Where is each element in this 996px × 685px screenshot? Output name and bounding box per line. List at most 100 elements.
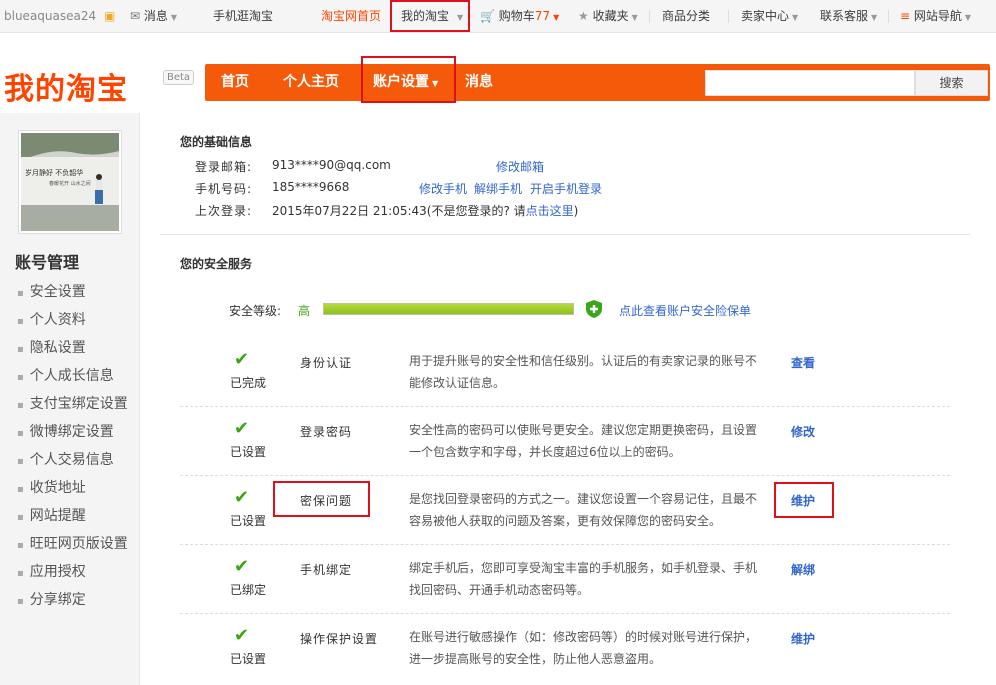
divider bbox=[728, 10, 729, 23]
mobile-taobao-link[interactable]: 手机逛淘宝 bbox=[213, 0, 273, 33]
service-name: 手机绑定 bbox=[300, 563, 353, 577]
last-login-value: 2015年07月22日 21:05:43(不是您登录的? 请点击这里) bbox=[272, 202, 578, 219]
sidebar: 岁月静好 不负韶华 春暖花开 山水之间 账号管理 ▪ 安全设置 ▪ 个人资料 ▪ 隐私… bbox=[0, 113, 140, 685]
sidebar-item-label: 收货地址 bbox=[29, 480, 86, 496]
service-name: 登录密码 bbox=[300, 425, 353, 439]
nav-home[interactable]: 首页 bbox=[221, 64, 249, 101]
shield-icon bbox=[586, 300, 602, 318]
nav-profile[interactable]: 个人主页 bbox=[283, 64, 339, 101]
check-icon: ✔ bbox=[234, 625, 250, 646]
click-here-link[interactable]: 点击这里 bbox=[526, 204, 574, 218]
beta-badge: Beta bbox=[163, 70, 195, 85]
vip-badge-icon: ▣ bbox=[104, 9, 116, 23]
bullet-icon: ▪ bbox=[17, 596, 24, 607]
service-name: 操作保护设置 bbox=[300, 632, 379, 646]
categories-link[interactable]: 商品分类 bbox=[662, 0, 710, 33]
security-level-bar bbox=[323, 303, 574, 315]
star-icon: ★ bbox=[578, 9, 589, 23]
unbind-link[interactable]: 解绑 bbox=[791, 561, 815, 578]
service-description: 安全性高的密码可以使账号更安全。建议您定期更换密码，且设置一个包含数字和字母，并… bbox=[409, 423, 758, 459]
bullet-icon: ▪ bbox=[17, 288, 24, 299]
favorites-menu[interactable]: ★ 收藏夹 ▼ bbox=[578, 0, 638, 33]
row-divider bbox=[180, 613, 950, 614]
service-description: 绑定手机后，您即可享受淘宝丰富的手机服务，如手机登录、手机找回密码、开通手机动态… bbox=[409, 561, 758, 597]
sidebar-item-label: 分享绑定 bbox=[29, 592, 86, 608]
change-phone-link[interactable]: 修改手机 bbox=[419, 180, 467, 197]
sidebar-item-trade-info[interactable]: ▪ 个人交易信息 bbox=[17, 449, 114, 469]
view-link[interactable]: 查看 bbox=[791, 354, 815, 371]
highlight-box bbox=[361, 56, 456, 103]
sidebar-item-profile[interactable]: ▪ 个人资料 bbox=[17, 309, 86, 329]
seller-center-menu[interactable]: 卖家中心 ▼ bbox=[741, 0, 798, 33]
search-button[interactable]: 搜索 bbox=[915, 70, 988, 96]
sidebar-item-weibo[interactable]: ▪ 微博绑定设置 bbox=[17, 421, 114, 441]
avatar[interactable]: 岁月静好 不负韶华 春暖花开 山水之间 bbox=[18, 130, 122, 234]
support-menu[interactable]: 联系客服 ▼ bbox=[820, 0, 877, 33]
check-icon: ✔ bbox=[234, 349, 250, 370]
service-status: 已设置 bbox=[230, 514, 267, 528]
taobao-home-link[interactable]: 淘宝网首页 bbox=[321, 0, 381, 33]
cart-link[interactable]: 🛒 购物车77 ▼ bbox=[480, 0, 559, 33]
insurance-link[interactable]: 点此查看账户安全险保单 bbox=[619, 302, 751, 319]
bullet-icon: ▪ bbox=[17, 400, 24, 411]
sidebar-item-growth[interactable]: ▪ 个人成长信息 bbox=[17, 365, 114, 385]
sidebar-item-label: 个人资料 bbox=[29, 312, 86, 328]
sidebar-item-address[interactable]: ▪ 收货地址 bbox=[17, 477, 86, 497]
chevron-down-icon: ▼ bbox=[170, 13, 178, 22]
check-icon: ✔ bbox=[234, 418, 250, 439]
sidebar-item-label: 个人交易信息 bbox=[29, 452, 114, 468]
check-icon: ✔ bbox=[234, 487, 250, 508]
sidebar-item-app-auth[interactable]: ▪ 应用授权 bbox=[17, 561, 86, 581]
last-login-text: 2015年07月22日 21:05:43(不是您登录的? 请 bbox=[272, 204, 526, 218]
change-email-link[interactable]: 修改邮箱 bbox=[496, 158, 544, 175]
nav-messages[interactable]: 消息 bbox=[465, 64, 493, 101]
highlight-box bbox=[774, 482, 834, 518]
svg-text:春暖花开 山水之间: 春暖花开 山水之间 bbox=[49, 180, 91, 187]
site-nav-menu[interactable]: ≡ 网站导航 ▼ bbox=[900, 0, 971, 33]
sidebar-item-security[interactable]: ▪ 安全设置 bbox=[17, 281, 86, 301]
service-name: 身份认证 bbox=[300, 356, 353, 370]
chevron-down-icon: ▼ bbox=[964, 13, 972, 22]
cart-icon: 🛒 bbox=[480, 9, 495, 23]
security-title: 您的安全服务 bbox=[180, 257, 253, 271]
enable-phone-login-link[interactable]: 开启手机登录 bbox=[530, 180, 602, 197]
sidebar-item-alipay[interactable]: ▪ 支付宝绑定设置 bbox=[17, 393, 128, 413]
sidebar-item-wangwang[interactable]: ▪ 旺旺网页版设置 bbox=[17, 533, 128, 553]
sidebar-item-label: 个人成长信息 bbox=[29, 368, 114, 384]
email-value: 913****90@qq.com bbox=[272, 158, 391, 172]
sidebar-item-privacy[interactable]: ▪ 隐私设置 bbox=[17, 337, 86, 357]
row-divider bbox=[180, 406, 950, 407]
check-icon: ✔ bbox=[234, 556, 250, 577]
sidebar-item-reminder[interactable]: ▪ 网站提醒 bbox=[17, 505, 86, 525]
svg-text:岁月静好 不负韶华: 岁月静好 不负韶华 bbox=[25, 168, 83, 177]
basic-info-title: 您的基础信息 bbox=[180, 135, 253, 149]
sidebar-item-label: 支付宝绑定设置 bbox=[29, 396, 128, 412]
chevron-down-icon: ▼ bbox=[631, 13, 638, 22]
username-link[interactable]: blueaquasea24 bbox=[4, 0, 96, 33]
chevron-down-icon: ▼ bbox=[792, 13, 799, 22]
bullet-icon: ▪ bbox=[17, 568, 24, 579]
sidebar-item-share[interactable]: ▪ 分享绑定 bbox=[17, 589, 86, 609]
favorites-label: 收藏夹 bbox=[592, 9, 629, 23]
email-label: 登录邮箱: bbox=[195, 160, 253, 174]
mail-icon: ✉ bbox=[130, 9, 141, 23]
bullet-icon: ▪ bbox=[17, 428, 24, 439]
bullet-icon: ▪ bbox=[17, 540, 24, 551]
messages-menu[interactable]: ✉ 消息 ▼ bbox=[130, 0, 177, 33]
chevron-down-icon: ▼ bbox=[871, 13, 878, 22]
phone-label: 手机号码: bbox=[195, 182, 253, 196]
main-nav: 首页 个人主页 账户设置 ▼ 消息 搜索 bbox=[205, 64, 990, 101]
sidebar-item-label: 安全设置 bbox=[29, 284, 86, 300]
unbind-phone-link[interactable]: 解绑手机 bbox=[474, 180, 522, 197]
logo[interactable]: 我的淘宝 bbox=[4, 64, 128, 108]
modify-link[interactable]: 修改 bbox=[791, 423, 815, 440]
phone-value: 185****9668 bbox=[272, 180, 350, 194]
bullet-icon: ▪ bbox=[17, 316, 24, 327]
security-level-fill bbox=[324, 304, 573, 314]
maintain-link[interactable]: 维护 bbox=[791, 630, 815, 647]
last-login-end: ) bbox=[573, 204, 579, 218]
search-input[interactable] bbox=[705, 70, 915, 96]
last-login-label: 上次登录: bbox=[195, 204, 253, 218]
site-nav-label: 网站导航 bbox=[913, 9, 962, 23]
seller-center-label: 卖家中心 bbox=[741, 9, 790, 23]
